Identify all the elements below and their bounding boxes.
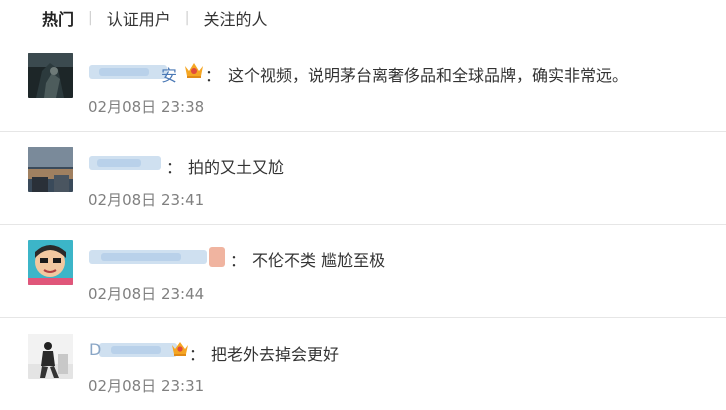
avatar[interactable] <box>28 147 73 192</box>
comment-text: 把老外去掉会更好 <box>211 345 340 364</box>
colon: ： <box>189 345 206 364</box>
comment-item: 安 ： 这个视频，说明茅台离奢侈品和全球品牌，确实非常远。 02月08日 23:… <box>0 38 726 132</box>
comment-text: 这个视频，说明茅台离奢侈品和全球品牌，确实非常远。 <box>228 66 629 85</box>
avatar[interactable] <box>28 53 73 98</box>
comment-item: D ： 把老外去掉会更好 02月08日 23:31 <box>0 317 726 410</box>
comment-item: ： 拍的又土又尬 02月08日 23:41 <box>0 131 726 225</box>
username-visible-char: D <box>89 340 102 359</box>
tab-hot[interactable]: 热门 <box>42 6 74 30</box>
colon: ： <box>230 251 247 270</box>
tab-verified-users[interactable]: 认证用户 <box>107 6 171 30</box>
avatar[interactable] <box>28 334 73 379</box>
comment-time: 02月08日 23:38 <box>88 98 205 116</box>
colon: ： <box>205 66 222 85</box>
tab-divider: | <box>88 10 93 26</box>
comment-text: 不伦不类 尴尬至极 <box>252 251 386 270</box>
comment-text: 拍的又土又尬 <box>188 158 285 177</box>
username-blurred[interactable] <box>89 153 165 173</box>
tab-divider: | <box>184 10 190 26</box>
comment-time: 02月08日 23:31 <box>88 377 205 395</box>
comment-time: 02月08日 23:44 <box>88 285 205 303</box>
comment-time: 02月08日 23:41 <box>88 191 205 209</box>
username-blurred[interactable]: 安 <box>89 62 177 85</box>
comment-filter-tabs: 热门 | 认证用户 | 关注的人 <box>42 6 267 30</box>
tab-following[interactable]: 关注的人 <box>203 6 267 30</box>
crown-badge-icon <box>170 339 190 359</box>
comment-item: ： 不伦不类 尴尬至极 02月08日 23:44 <box>0 224 726 318</box>
username-visible-char: 安 <box>161 66 178 85</box>
avatar[interactable] <box>28 240 73 285</box>
crown-badge-icon <box>183 60 205 80</box>
username-blurred[interactable] <box>89 246 229 267</box>
colon: ： <box>166 158 183 177</box>
